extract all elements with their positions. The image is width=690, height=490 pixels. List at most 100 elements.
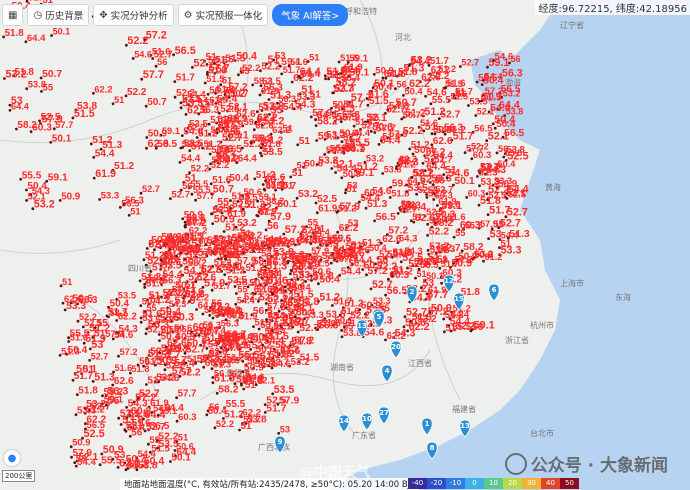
- watermark-weibo: @中国天气: [300, 465, 370, 481]
- station-temp-label: 50.4: [229, 173, 249, 184]
- station-temp-label: 57.9: [204, 277, 225, 289]
- station-temp-label: 52.7: [142, 184, 160, 194]
- station-temp-label: 50.1: [454, 176, 474, 187]
- station-temp-label: 55: [217, 197, 229, 209]
- station-temp-label: 62.6: [433, 136, 453, 147]
- scale-bar: 200公里: [2, 470, 36, 482]
- place-name: 上海市: [560, 278, 584, 288]
- station-temp-label: 62.2: [219, 154, 239, 165]
- station-temp-label: 53.5: [274, 384, 295, 396]
- station-temp-label: 51.2: [411, 140, 430, 151]
- station-temp-label: 61.9: [269, 238, 289, 249]
- station-temp-label: 50.6: [265, 327, 283, 337]
- wechat-icon: [504, 452, 527, 475]
- station-temp-label: 52.2: [176, 88, 195, 99]
- station-temp-label: 53.2: [5, 69, 26, 81]
- station-temp-label: 50.1: [326, 145, 346, 156]
- station-temp-label: 50.1: [52, 133, 72, 144]
- station-temp-label: 60.3: [468, 188, 486, 198]
- station-temp-label: 56.5: [501, 84, 521, 95]
- layers-button[interactable]: ▦: [2, 4, 24, 26]
- station-temp-label: 54.4: [181, 153, 201, 164]
- station-temp-label: 51.8: [5, 28, 25, 39]
- station-temp-label: 50.7: [147, 97, 167, 108]
- map-canvas[interactable]: 辽宁省呼和浩特河北渤海黄海四川省湖南省 江西省浙江省福建省广东省广西壮族上海市杭州…: [0, 0, 690, 490]
- station-temp-label: 55.5: [465, 220, 483, 230]
- station-temp-label: 52.2: [216, 419, 234, 429]
- station-temp-label: 53.2: [218, 124, 238, 135]
- station-temp-label: 52.2: [379, 249, 399, 260]
- station-temp-label: 51.7: [283, 65, 301, 75]
- station-temp-label: 53: [490, 229, 502, 241]
- station-temp-label: 57.9: [480, 219, 498, 229]
- station-temp-label: 54.3: [486, 165, 506, 176]
- pin-value: 6: [492, 286, 497, 294]
- status-text: 地面站地面温度(°C, 有效站/所有站:2435/2478, ≥50°C): 0…: [120, 478, 420, 490]
- legend-swatch: 40: [541, 478, 560, 489]
- station-temp-label: 61.9: [238, 312, 258, 323]
- place-name: 呼和浩特: [345, 6, 377, 16]
- station-temp-label: 52.1: [488, 131, 509, 143]
- station-temp-label: 51.8: [242, 375, 262, 386]
- station-temp-label: 61.9: [218, 114, 236, 124]
- pin-value: 27: [379, 409, 389, 417]
- station-temp-label: 51: [241, 421, 252, 432]
- station-temp-label: 51.3: [270, 90, 291, 102]
- station-temp-label: 50.6: [333, 99, 352, 110]
- station-temp-label: 52.1: [223, 262, 241, 272]
- station-temp-label: 50.1: [426, 271, 444, 281]
- place-name: 广东省: [352, 430, 376, 440]
- station-temp-label: 52.7: [343, 133, 362, 144]
- realtime-button[interactable]: ✥ 实况分钟分析: [93, 4, 174, 26]
- history-label: 历史背景: [45, 11, 84, 22]
- station-temp-label: 62.6: [167, 338, 187, 349]
- station-temp-label: 60.3: [435, 191, 453, 201]
- station-temp-label: 53.3: [402, 201, 422, 212]
- ai-button[interactable]: 气象 AI解答>: [272, 4, 349, 26]
- station-temp-label: 50.1: [76, 364, 97, 376]
- station-temp-label: 57.7: [178, 389, 197, 400]
- station-temp-label: 61.9: [318, 204, 338, 215]
- station-temp-label: 51.2: [92, 135, 112, 146]
- station-temp-label: 52.7: [461, 58, 479, 68]
- place-name: 东海: [615, 292, 631, 302]
- station-temp-label: 52.2: [377, 260, 398, 272]
- station-temp-label: 57.9: [342, 113, 360, 123]
- station-temp-label: 56.3: [163, 276, 182, 287]
- station-temp-label: 51: [211, 306, 221, 316]
- station-temp-label: 55: [149, 435, 160, 446]
- layers-icon: ▦: [8, 9, 18, 21]
- station-temp-label: 52.5: [489, 191, 507, 201]
- station-temp-label: 56: [456, 89, 466, 99]
- color-legend: -40 -20 -10 0 10 20 30 40 50: [408, 478, 579, 489]
- pin-value: 15: [454, 295, 464, 303]
- station-temp-label: 53: [91, 339, 103, 351]
- station-temp-label: 50.6: [333, 233, 351, 243]
- station-temp-label: 62.6: [148, 138, 169, 150]
- station-temp-label: 51: [301, 84, 313, 96]
- station-temp-label: 57.7: [351, 92, 372, 104]
- station-temp-label: 52.5: [227, 275, 247, 286]
- station-temp-label: 57.7: [209, 62, 230, 74]
- history-button[interactable]: ◷ 历史背景: [27, 4, 90, 26]
- station-temp-label: 62.6: [255, 120, 273, 131]
- station-temp-label: 62.6: [64, 293, 82, 304]
- station-temp-label: 62.6: [114, 376, 134, 387]
- station-temp-label: 55: [369, 112, 379, 122]
- station-temp-label: 50.4: [142, 297, 161, 308]
- station-temp-label: 59.1: [48, 172, 68, 183]
- station-temp-label: 51.2: [438, 64, 456, 74]
- station-temp-label: 57.7: [427, 289, 448, 301]
- station-temp-label: 51.2: [446, 125, 466, 136]
- station-temp-label: 50.7: [126, 454, 146, 465]
- station-temp-label: 50.7: [222, 249, 243, 261]
- station-temp-label: 55.5: [193, 185, 211, 195]
- station-temp-label: 57.7: [143, 69, 164, 81]
- station-temp-label: 50.6: [305, 158, 324, 169]
- locate-button[interactable]: ●: [4, 450, 20, 466]
- station-temp-label: 64.4: [206, 326, 226, 337]
- station-temp-label: 51.8: [313, 270, 334, 282]
- station-temp-label: 54.4: [501, 231, 519, 241]
- forecast-button[interactable]: ⚙ 实况预报一体化: [177, 4, 269, 26]
- station-temp-label: 53: [347, 181, 358, 192]
